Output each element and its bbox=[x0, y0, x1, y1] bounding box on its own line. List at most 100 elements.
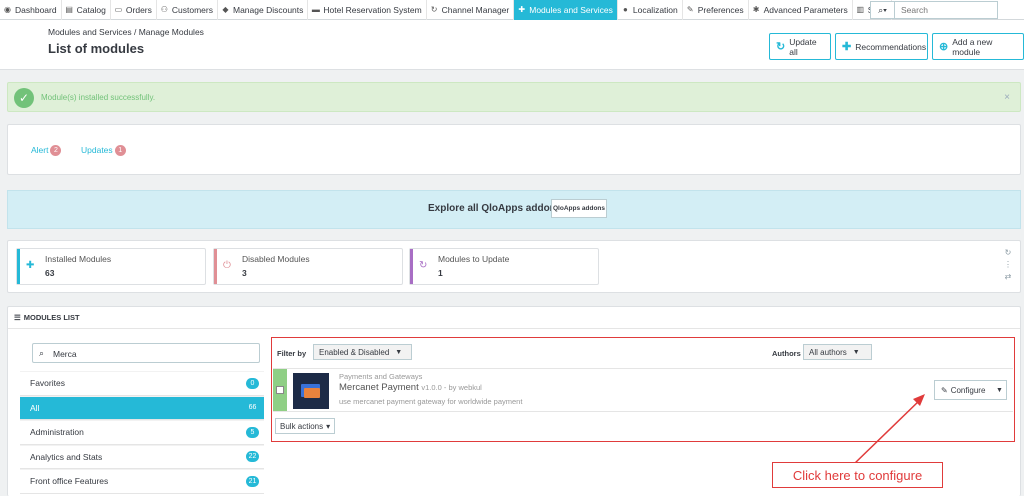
nav-item-label: Preferences bbox=[697, 4, 744, 15]
nav-item[interactable]: ✎ Preferences bbox=[683, 0, 749, 20]
nav-item-label: Manage Discounts bbox=[232, 4, 304, 15]
module-category: Payments and Gateways bbox=[339, 372, 423, 381]
stat-bar bbox=[410, 249, 413, 284]
update-all-label: Update all bbox=[789, 36, 817, 57]
module-logo bbox=[293, 373, 329, 409]
bulk-actions-button[interactable]: Bulk actions ▾ bbox=[275, 418, 336, 434]
nav-item[interactable]: ▬ Hotel Reservation System bbox=[308, 0, 427, 20]
tab-alert[interactable]: Alert 2 bbox=[31, 145, 62, 157]
nav-search: ⌕▾ bbox=[870, 1, 998, 19]
nav-item[interactable]: ✚ Modules and Services bbox=[514, 0, 618, 20]
recommendations-label: Recommendations bbox=[855, 41, 927, 52]
module-version: v1.0.0 - by webkul bbox=[421, 383, 482, 392]
stat-value: 63 bbox=[45, 268, 55, 278]
stat-bar bbox=[17, 249, 20, 284]
tab-updates-label: Updates bbox=[81, 145, 113, 155]
stat-label: Modules to Update bbox=[438, 254, 510, 264]
category-item[interactable]: Favorites 0 bbox=[20, 371, 264, 396]
nav-item-label: Dashboard bbox=[15, 4, 57, 15]
chevron-down-icon: ▼ bbox=[395, 348, 403, 356]
dashboard-icon: ◉ bbox=[4, 5, 11, 14]
add-module-label: Add a new module bbox=[952, 36, 993, 57]
stat-installed-modules: ✚ Installed Modules 63 bbox=[16, 248, 206, 285]
divider bbox=[8, 328, 1020, 329]
stats-tools: ↻ ⋮ ⇄ bbox=[1004, 248, 1012, 281]
power-icon: ⏻ bbox=[223, 260, 231, 271]
authors-value: All authors bbox=[809, 347, 847, 357]
globe-icon: ● bbox=[622, 5, 628, 14]
catalog-icon: ▤ bbox=[65, 5, 73, 14]
add-module-button[interactable]: ⊕ Add a new module bbox=[932, 33, 1024, 60]
category-label: Favorites bbox=[30, 378, 65, 389]
search-icon: ⌕ bbox=[39, 348, 45, 358]
refresh-icon[interactable]: ↻ bbox=[1005, 248, 1012, 257]
search-icon[interactable]: ⌕▾ bbox=[870, 1, 894, 19]
more-vertical-icon[interactable]: ⋮ bbox=[1004, 260, 1012, 269]
module-checkbox[interactable] bbox=[276, 386, 284, 394]
addons-banner: Explore all QloApps addons QloApps addon… bbox=[7, 190, 1021, 229]
nav-item-label: Localization bbox=[632, 4, 678, 15]
filter-by-label: Filter by bbox=[277, 349, 307, 358]
configure-main[interactable]: ✎ Configure bbox=[935, 386, 992, 395]
configure-label: Configure bbox=[950, 385, 986, 395]
page-title: List of modules bbox=[48, 41, 145, 56]
category-search-input[interactable]: ⌕ Merca bbox=[32, 343, 260, 363]
nav-item[interactable]: ◉ Dashboard bbox=[0, 0, 62, 20]
nav-item[interactable]: ▭ Orders bbox=[111, 0, 157, 20]
customers-icon: ⚇ bbox=[160, 5, 168, 14]
tag-icon: ◆ bbox=[222, 5, 229, 14]
update-all-button[interactable]: ↻ Update all bbox=[769, 33, 831, 60]
nav-item-label: Orders bbox=[125, 4, 152, 15]
nav-item-label: Hotel Reservation System bbox=[323, 4, 422, 15]
nav-item[interactable]: ◆ Manage Discounts bbox=[218, 0, 309, 20]
nav-item[interactable]: ⚇ Customers bbox=[157, 0, 218, 20]
nav-item-label: Catalog bbox=[76, 4, 106, 15]
category-item[interactable]: All 66 bbox=[20, 395, 264, 420]
category-item[interactable]: Administration 5 bbox=[20, 420, 264, 445]
stat-disabled-modules: ⏻ Disabled Modules 3 bbox=[213, 248, 403, 285]
cogs-icon: ✱ bbox=[752, 5, 760, 14]
bar-chart-icon: ▥ bbox=[856, 5, 864, 14]
category-item[interactable]: Analytics and Stats 22 bbox=[20, 444, 264, 469]
puzzle-icon: ✚ bbox=[842, 41, 852, 53]
breadcrumb[interactable]: Modules and Services / Manage Modules bbox=[48, 27, 204, 37]
stat-bar bbox=[214, 249, 217, 284]
category-item[interactable]: Front office Features 21 bbox=[20, 469, 264, 494]
configure-button[interactable]: ✎ Configure ▼ bbox=[934, 380, 1007, 400]
tab-updates[interactable]: Updates 1 bbox=[81, 145, 126, 157]
modules-list-title: ☰ MODULES LIST bbox=[14, 313, 80, 322]
puzzle-icon: ✚ bbox=[26, 260, 35, 271]
module-description: use mercanet payment gateway for worldwi… bbox=[339, 397, 523, 406]
orders-icon: ▭ bbox=[114, 5, 123, 14]
caret-down-icon: ▾ bbox=[326, 421, 331, 431]
close-icon[interactable]: × bbox=[1004, 92, 1010, 103]
module-name-text: Mercanet Payment bbox=[339, 382, 419, 393]
search-input[interactable] bbox=[894, 1, 998, 19]
chevron-down-icon: ▼ bbox=[852, 348, 860, 356]
addons-button[interactable]: QloApps addons bbox=[551, 199, 607, 218]
addons-text: Explore all QloApps addons bbox=[428, 203, 562, 214]
authors-select[interactable]: All authors ▼ bbox=[803, 344, 872, 360]
category-count-badge: 0 bbox=[246, 377, 259, 389]
sync-icon[interactable]: ⇄ bbox=[1005, 272, 1012, 281]
category-count-badge: 21 bbox=[246, 475, 259, 487]
caret-down-icon[interactable]: ▼ bbox=[992, 386, 1006, 394]
nav-item-label: Channel Manager bbox=[441, 4, 510, 15]
module-stats-panel: ✚ Installed Modules 63 ⏻ Disabled Module… bbox=[7, 240, 1021, 293]
filter-status-select[interactable]: Enabled & Disabled ▼ bbox=[313, 344, 412, 360]
list-icon: ☰ bbox=[14, 313, 21, 322]
category-count-badge: 22 bbox=[246, 451, 259, 463]
nav-item[interactable]: ✱ Advanced Parameters bbox=[749, 0, 853, 20]
stat-value: 1 bbox=[438, 268, 443, 278]
nav-item[interactable]: ▤ Catalog bbox=[62, 0, 111, 20]
bulk-actions-label: Bulk actions bbox=[280, 421, 324, 431]
module-filter-area: Filter by Enabled & Disabled ▼ Authors Al… bbox=[271, 337, 1015, 442]
recommendations-button[interactable]: ✚ Recommendations bbox=[835, 33, 928, 60]
authors-label: Authors bbox=[772, 349, 801, 358]
bed-icon: ▬ bbox=[311, 5, 320, 14]
refresh-icon: ↻ bbox=[419, 260, 428, 271]
alert-count-badge: 2 bbox=[50, 145, 62, 157]
stat-value: 3 bbox=[242, 268, 247, 278]
nav-item[interactable]: ● Localization bbox=[618, 0, 683, 20]
nav-item[interactable]: ↻ Channel Manager bbox=[427, 0, 515, 20]
